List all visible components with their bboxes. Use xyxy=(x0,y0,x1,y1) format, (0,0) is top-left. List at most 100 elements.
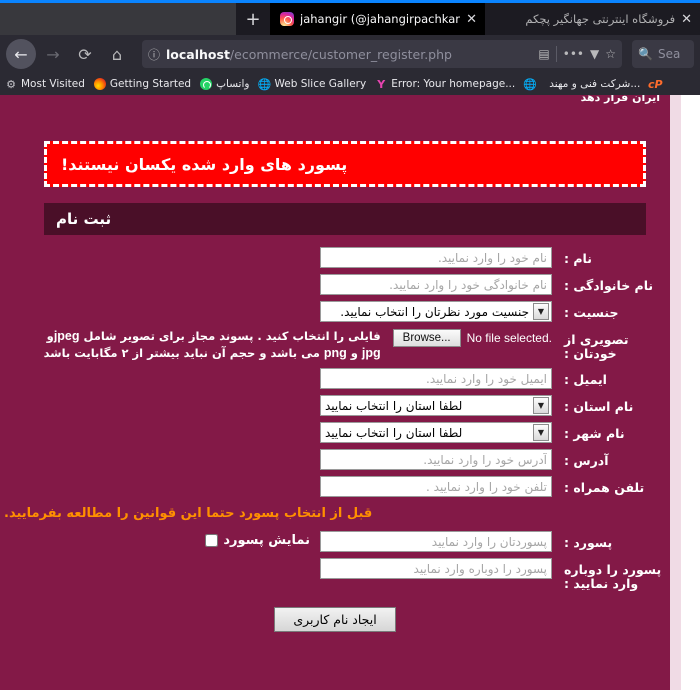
form-row-password-confirm: پسورد را دوباره وارد نمایید : xyxy=(0,558,670,591)
form-row-city: نام شهر : لطفا استان را انتخاب نمایید ▼ xyxy=(0,422,670,443)
page-actions-icon[interactable]: ••• xyxy=(563,47,584,61)
password-confirm-input[interactable] xyxy=(320,558,552,579)
control-mobile xyxy=(0,476,560,497)
forward-button-icon[interactable]: → xyxy=(38,39,68,69)
label-avatar: تصویری از خودتان : xyxy=(564,332,629,361)
city-select[interactable]: لطفا استان را انتخاب نمایید ▼ xyxy=(320,422,552,443)
control-password-confirm xyxy=(0,558,560,579)
file-help-line-1: فایلی را انتخاب کنید . پسوند مجاز برای ت… xyxy=(47,329,381,343)
file-help-ext-jpg: jpg xyxy=(361,346,381,360)
site-info-icon[interactable]: ⓘ xyxy=(148,46,160,63)
home-button-icon[interactable]: ⌂ xyxy=(102,39,132,69)
first-name-input[interactable] xyxy=(320,247,552,268)
toolbar-divider xyxy=(555,46,557,62)
gender-selected-value: جنسیت مورد نظرتان را انتخاب نمایید. xyxy=(340,304,529,319)
new-tab-button[interactable]: + xyxy=(236,3,270,35)
file-help-line-2: jpg و png می باشد و حجم آن نباید بیشتر ا… xyxy=(44,346,381,360)
globe-icon: 🌐 xyxy=(523,77,538,91)
file-help-ext-jpeg: jpeg xyxy=(53,329,80,343)
province-selected-value: لطفا استان را انتخاب نمایید xyxy=(325,398,463,413)
back-button-icon[interactable]: ← xyxy=(6,39,36,69)
navigation-toolbar: ← → ⟳ ⌂ ⓘ localhost/ecommerce/customer_r… xyxy=(0,35,700,73)
file-help-mid: و xyxy=(346,346,362,360)
gear-icon: ⚙ xyxy=(6,77,16,91)
page-viewport: ایران قرار دهد پسورد های وارد شده یکسان … xyxy=(0,95,700,690)
firefox-icon xyxy=(93,78,106,90)
password-rules-note[interactable]: قبل از انتخاب پسورد حتما این قوانین را م… xyxy=(0,503,662,525)
file-help-text: فایلی را انتخاب کنید . پسوند مجاز برای ت… xyxy=(0,328,387,362)
label-password: پسورد : xyxy=(564,535,613,550)
create-account-button[interactable]: ایجاد نام کاربری xyxy=(274,607,396,632)
error-alert-banner: پسورد های وارد شده یکسان نیستند! xyxy=(44,141,646,187)
control-email xyxy=(0,368,560,389)
province-select[interactable]: لطفا استان را انتخاب نمایید ▼ xyxy=(320,395,552,416)
bookmark-getting-started[interactable]: Getting Started xyxy=(93,78,192,90)
bookmark-cpanel[interactable]: cP xyxy=(648,77,663,91)
file-help-ext-png: png xyxy=(323,346,347,360)
address-input[interactable] xyxy=(320,449,552,470)
control-address xyxy=(0,449,560,470)
error-alert-text: پسورد های وارد شده یکسان نیستند! xyxy=(61,154,348,174)
mobile-input[interactable] xyxy=(320,476,552,497)
page-rail xyxy=(670,95,681,690)
registration-page: ایران قرار دهد پسورد های وارد شده یکسان … xyxy=(0,95,670,690)
search-bar[interactable]: 🔍 Sea xyxy=(632,40,694,68)
page-title-text: ثبت نام xyxy=(56,210,112,228)
email-input[interactable] xyxy=(320,368,552,389)
file-status-text: No file selected. xyxy=(466,331,552,345)
form-row-address: آدرس : xyxy=(0,449,670,470)
bookmark-web-slice-gallery[interactable]: 🌐 Web Slice Gallery xyxy=(258,78,367,91)
show-password-toggle[interactable]: نمایش پسورد xyxy=(205,531,310,548)
tab-farsi-shop[interactable]: ✕ فروشگاه اینترنتی جهانگیر پچکم xyxy=(485,3,700,35)
password-input[interactable] xyxy=(320,531,552,552)
form-row-email: ایمیل : xyxy=(0,368,670,389)
control-password: نمایش پسورد xyxy=(0,531,560,552)
bookmark-error-homepage[interactable]: Y Error: Your homepage... xyxy=(375,78,516,91)
bookmark-label: Error: Your homepage... xyxy=(391,78,516,90)
tab-strip-empty-area xyxy=(0,3,236,35)
bookmark-most-visited[interactable]: ⚙ Most Visited xyxy=(5,77,85,91)
gender-select[interactable]: جنسیت مورد نظرتان را انتخاب نمایید. ▼ xyxy=(320,301,552,322)
tab-close-icon[interactable]: ✕ xyxy=(681,13,692,26)
label-province: نام استان : xyxy=(564,399,634,414)
control-avatar: No file selected. Browse... فایلی را انت… xyxy=(0,328,560,362)
bookmark-label: Most Visited xyxy=(21,78,85,90)
tab-strip: ✕ فروشگاه اینترنتی جهانگیر پچکم jahangir… xyxy=(0,0,700,35)
control-last-name xyxy=(0,274,560,295)
form-row-mobile: تلفن همراه : xyxy=(0,476,670,497)
label-email: ایمیل : xyxy=(564,372,607,387)
file-help-pre: فایلی را انتخاب کنید . پسوند مجاز برای ت… xyxy=(79,329,381,343)
reload-button-icon[interactable]: ⟳ xyxy=(70,39,100,69)
form-row-first-name: نام : xyxy=(0,247,670,268)
bookmarks-toolbar: ⚙ Most Visited Getting Started واتساپ 🌐 … xyxy=(0,73,700,95)
label-last-name: نام خانوادگی : xyxy=(564,278,654,293)
last-name-input[interactable] xyxy=(320,274,552,295)
chevron-down-icon[interactable]: ▼ xyxy=(533,303,549,320)
url-path: /ecommerce/customer_register.php xyxy=(229,46,452,62)
bookmark-engineering-company[interactable]: شرکت فنی و مهند... xyxy=(549,78,640,90)
chevron-down-icon[interactable]: ▼ xyxy=(533,424,549,441)
bookmark-star-icon[interactable]: ☆ xyxy=(605,47,616,61)
bookmark-label: Getting Started xyxy=(109,78,192,90)
bookmark-globe-only[interactable]: 🌐 xyxy=(523,77,540,91)
address-bar[interactable]: ⓘ localhost/ecommerce/customer_register.… xyxy=(142,40,622,68)
tab-title: فروشگاه اینترنتی جهانگیر پچکم xyxy=(525,12,676,26)
chevron-down-icon[interactable]: ▼ xyxy=(533,397,549,414)
file-help-post: و xyxy=(46,329,54,343)
tab-close-icon[interactable]: ✕ xyxy=(466,13,477,26)
whatsapp-icon xyxy=(200,78,213,90)
page-left-margin xyxy=(681,95,700,690)
label-first-name: نام : xyxy=(564,251,592,266)
city-selected-value: لطفا استان را انتخاب نمایید xyxy=(325,425,463,440)
tab-instagram[interactable]: jahangir (@jahangirpachkam) • In ✕ xyxy=(270,3,485,35)
label-city: نام شهر : xyxy=(564,426,625,441)
pocket-icon[interactable]: ▼ xyxy=(590,47,599,61)
registration-form: نام : نام خانوادگی : جنسیت : جنسیت مورد … xyxy=(0,247,670,632)
label-address: آدرس : xyxy=(564,453,609,468)
reader-view-icon[interactable]: ▤ xyxy=(538,47,549,61)
browse-button[interactable]: Browse... xyxy=(392,329,461,347)
cpanel-icon: cP xyxy=(648,77,663,91)
form-row-province: نام استان : لطفا استان را انتخاب نمایید … xyxy=(0,395,670,416)
show-password-checkbox[interactable] xyxy=(205,534,219,547)
bookmark-whatsapp[interactable]: واتساپ xyxy=(200,78,249,90)
